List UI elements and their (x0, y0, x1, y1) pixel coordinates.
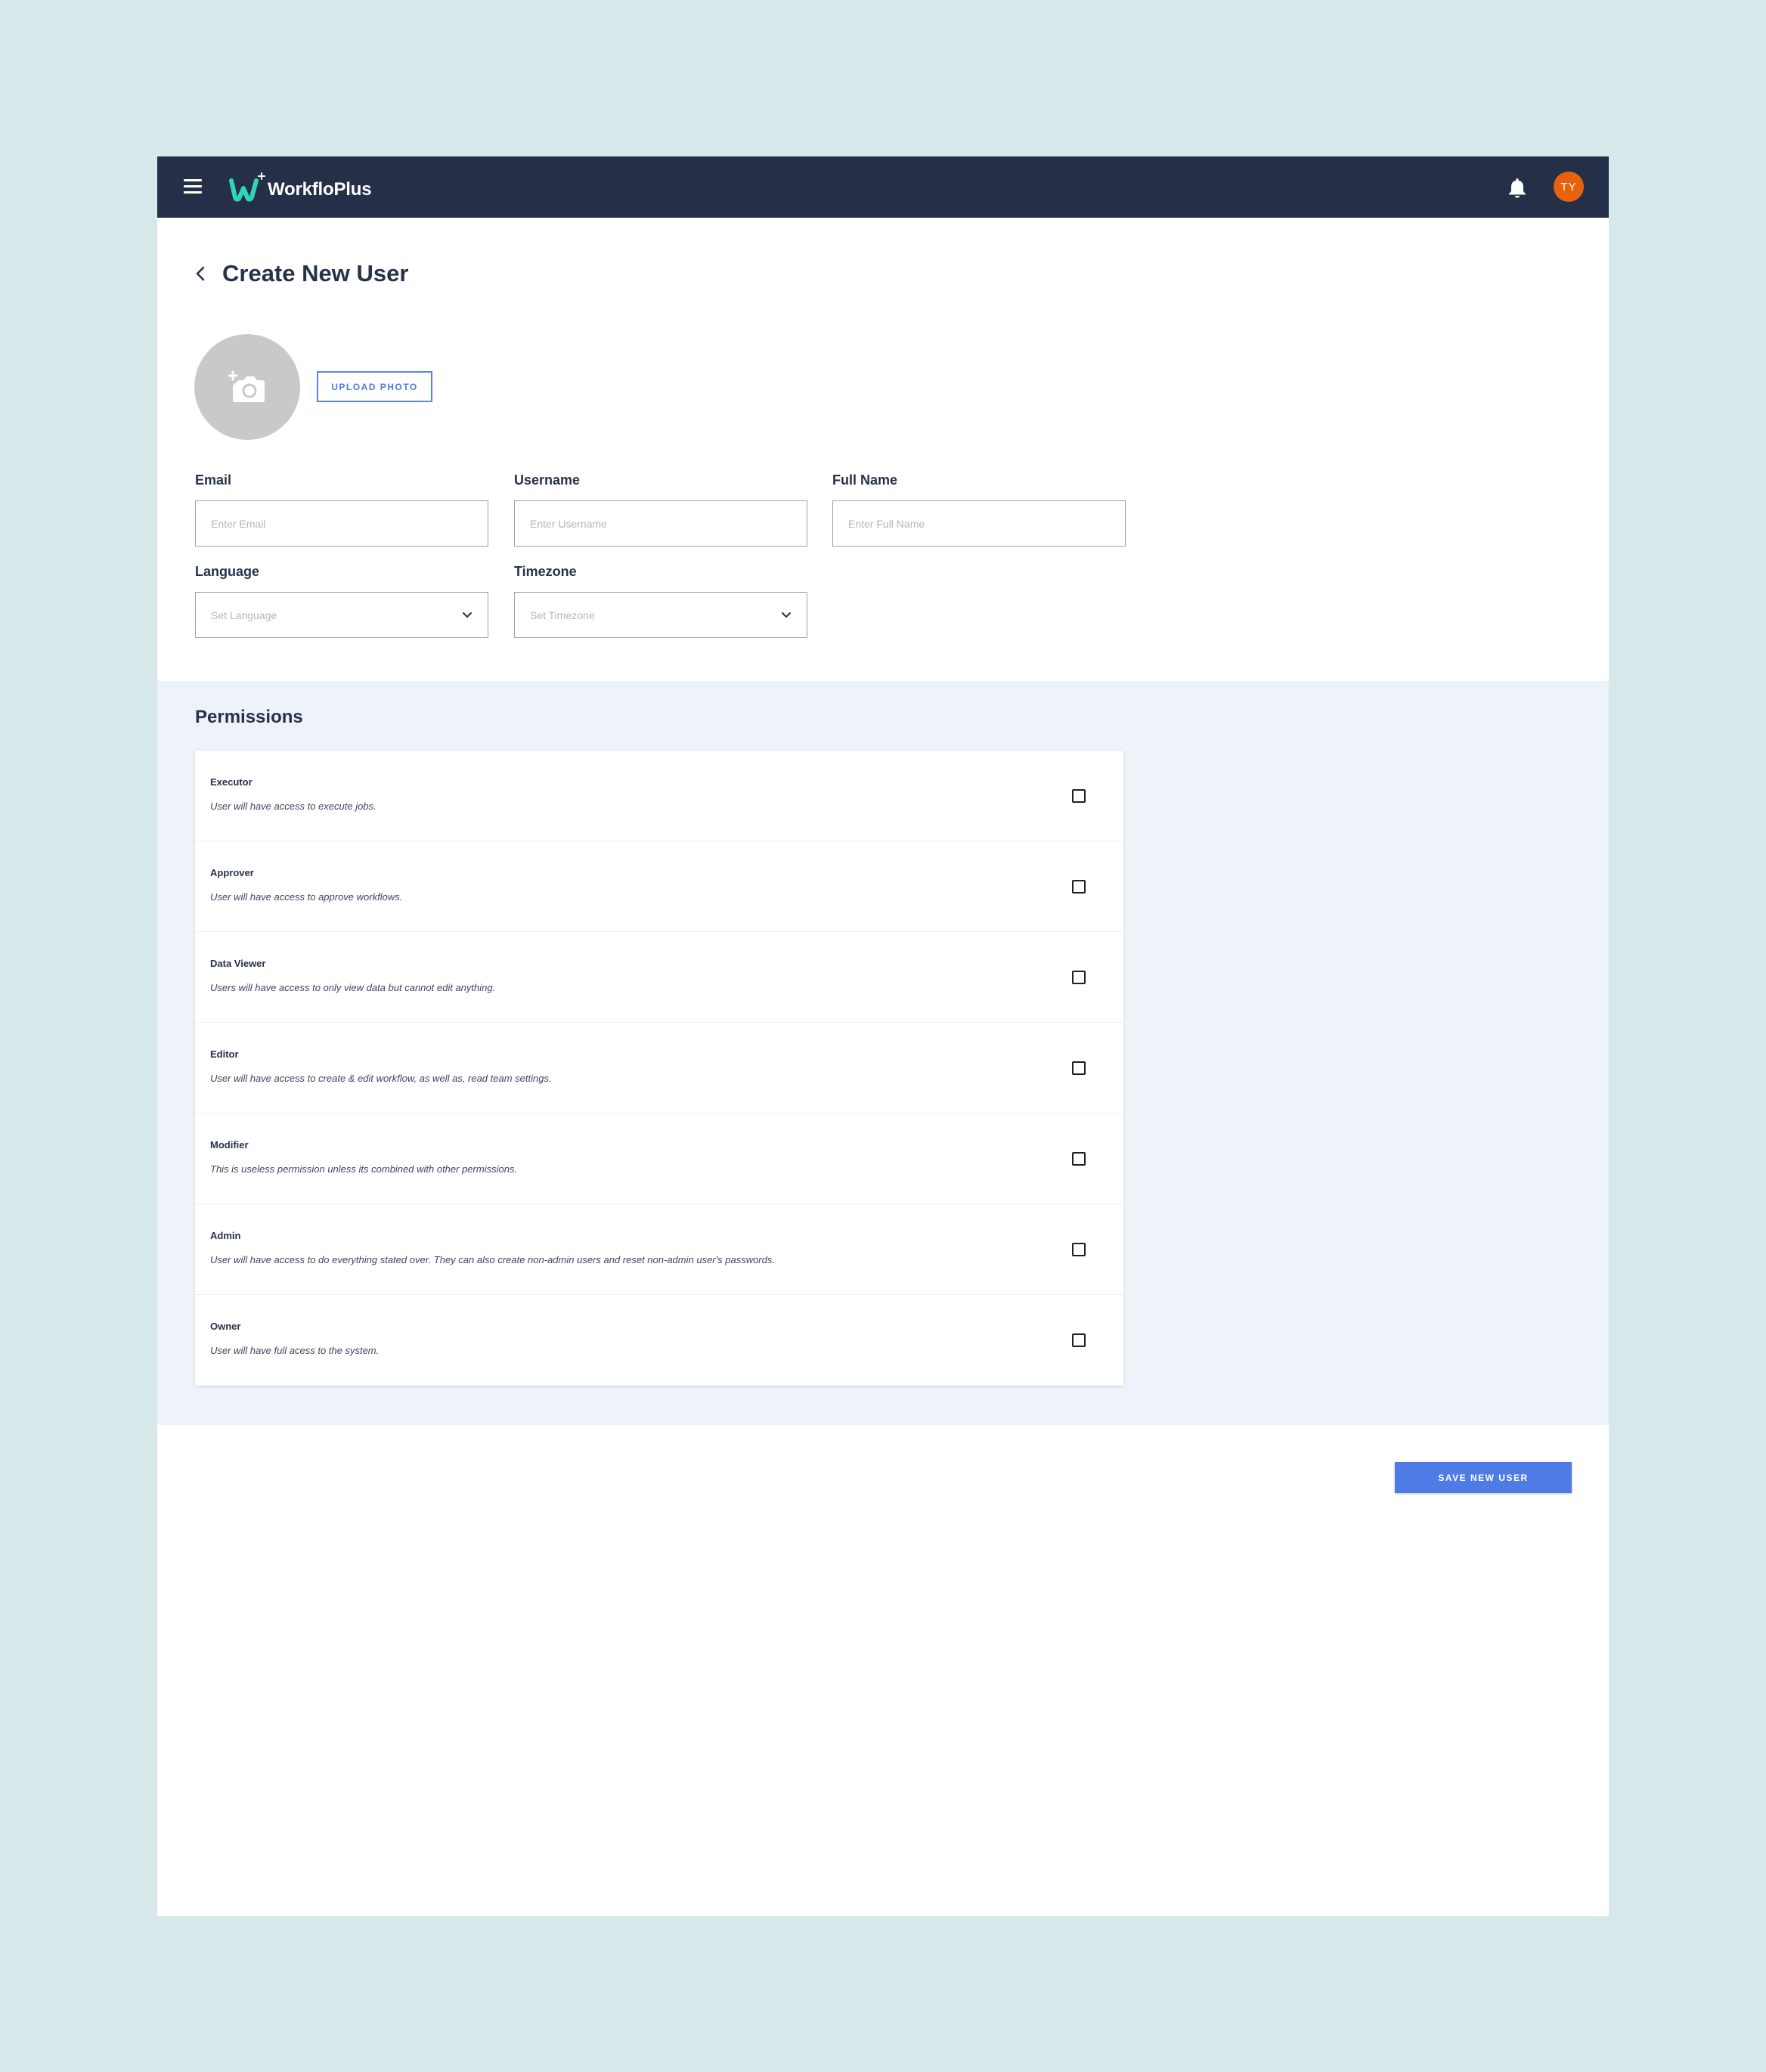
permission-checkbox-data-viewer[interactable] (1072, 971, 1086, 984)
timezone-select-value: Set Timezone (530, 609, 595, 621)
permissions-list: Executor User will have access to execut… (195, 751, 1123, 1386)
permission-description: User will have access to create & edit w… (210, 1073, 552, 1084)
hamburger-menu-icon[interactable] (184, 179, 202, 194)
permissions-title: Permissions (195, 707, 303, 727)
permission-row-data-viewer[interactable]: Data Viewer Users will have access to on… (195, 932, 1123, 1023)
top-navigation-bar: WorkfloPlus TY (157, 156, 1609, 218)
bell-icon[interactable] (1507, 177, 1527, 198)
workfloplus-logo-icon (229, 172, 265, 202)
app-window: WorkfloPlus TY Create New User UPLOAD PH… (157, 156, 1609, 1916)
permission-name: Modifier (210, 1139, 249, 1151)
chevron-down-icon (463, 612, 472, 618)
save-new-user-button[interactable]: SAVE NEW USER (1395, 1462, 1572, 1493)
permission-row-owner[interactable]: Owner User will have full acess to the s… (195, 1295, 1123, 1386)
permission-name: Admin (210, 1230, 241, 1241)
back-arrow-icon[interactable] (194, 265, 209, 283)
permission-description: User will have access to execute jobs. (210, 801, 376, 812)
chevron-down-icon (782, 612, 791, 618)
username-field[interactable] (514, 500, 807, 547)
full-name-label: Full Name (832, 472, 898, 488)
permission-checkbox-editor[interactable] (1072, 1061, 1086, 1075)
permission-row-admin[interactable]: Admin User will have access to do everyt… (195, 1204, 1123, 1295)
language-select[interactable]: Set Language (195, 592, 488, 638)
permission-description: User will have full acess to the system. (210, 1345, 380, 1356)
page-title: Create New User (222, 260, 409, 286)
add-photo-camera-icon (228, 370, 265, 402)
permission-checkbox-executor[interactable] (1072, 789, 1086, 803)
permission-row-approver[interactable]: Approver User will have access to approv… (195, 841, 1123, 932)
full-name-field[interactable] (832, 500, 1126, 547)
timezone-label: Timezone (514, 564, 577, 579)
email-field[interactable] (195, 500, 488, 547)
profile-photo-placeholder[interactable] (194, 334, 300, 440)
email-label: Email (195, 472, 232, 488)
app-logo[interactable]: WorkfloPlus (228, 172, 372, 205)
timezone-select[interactable]: Set Timezone (514, 592, 807, 638)
language-select-value: Set Language (211, 609, 277, 621)
permission-checkbox-owner[interactable] (1072, 1333, 1086, 1347)
permission-description: User will have access to approve workflo… (210, 891, 403, 903)
permission-description: This is useless permission unless its co… (210, 1163, 518, 1175)
permission-checkbox-admin[interactable] (1072, 1243, 1086, 1256)
app-name: WorkfloPlus (268, 179, 372, 200)
permission-row-modifier[interactable]: Modifier This is useless permission unle… (195, 1113, 1123, 1204)
language-label: Language (195, 564, 260, 579)
user-avatar[interactable]: TY (1554, 172, 1584, 202)
permissions-section: Permissions Executor User will have acce… (157, 681, 1609, 1425)
permission-row-executor[interactable]: Executor User will have access to execut… (195, 751, 1123, 841)
permission-name: Approver (210, 867, 254, 878)
username-label: Username (514, 472, 581, 488)
permission-name: Owner (210, 1321, 241, 1332)
permission-checkbox-modifier[interactable] (1072, 1152, 1086, 1166)
permission-name: Executor (210, 776, 253, 788)
permission-description: User will have access to do everything s… (210, 1254, 775, 1265)
permission-row-editor[interactable]: Editor User will have access to create &… (195, 1023, 1123, 1113)
permission-description: Users will have access to only view data… (210, 982, 496, 993)
permission-checkbox-approver[interactable] (1072, 880, 1086, 894)
permission-name: Data Viewer (210, 958, 266, 969)
upload-photo-button[interactable]: UPLOAD PHOTO (317, 371, 432, 402)
permission-name: Editor (210, 1048, 239, 1060)
